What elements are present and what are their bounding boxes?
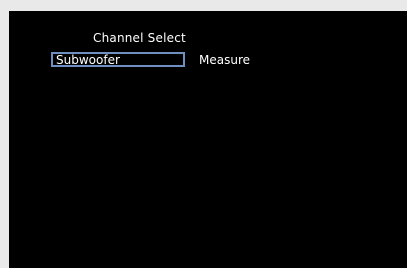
channel-select-field[interactable]: Subwoofer bbox=[51, 52, 185, 67]
channel-select-value: Subwoofer bbox=[56, 53, 120, 67]
measure-button[interactable]: Measure bbox=[199, 54, 250, 67]
osd-screen: Channel Select Subwoofer Measure bbox=[9, 11, 407, 268]
page-frame: Channel Select Subwoofer Measure bbox=[0, 0, 407, 268]
channel-select-title: Channel Select bbox=[93, 31, 186, 45]
